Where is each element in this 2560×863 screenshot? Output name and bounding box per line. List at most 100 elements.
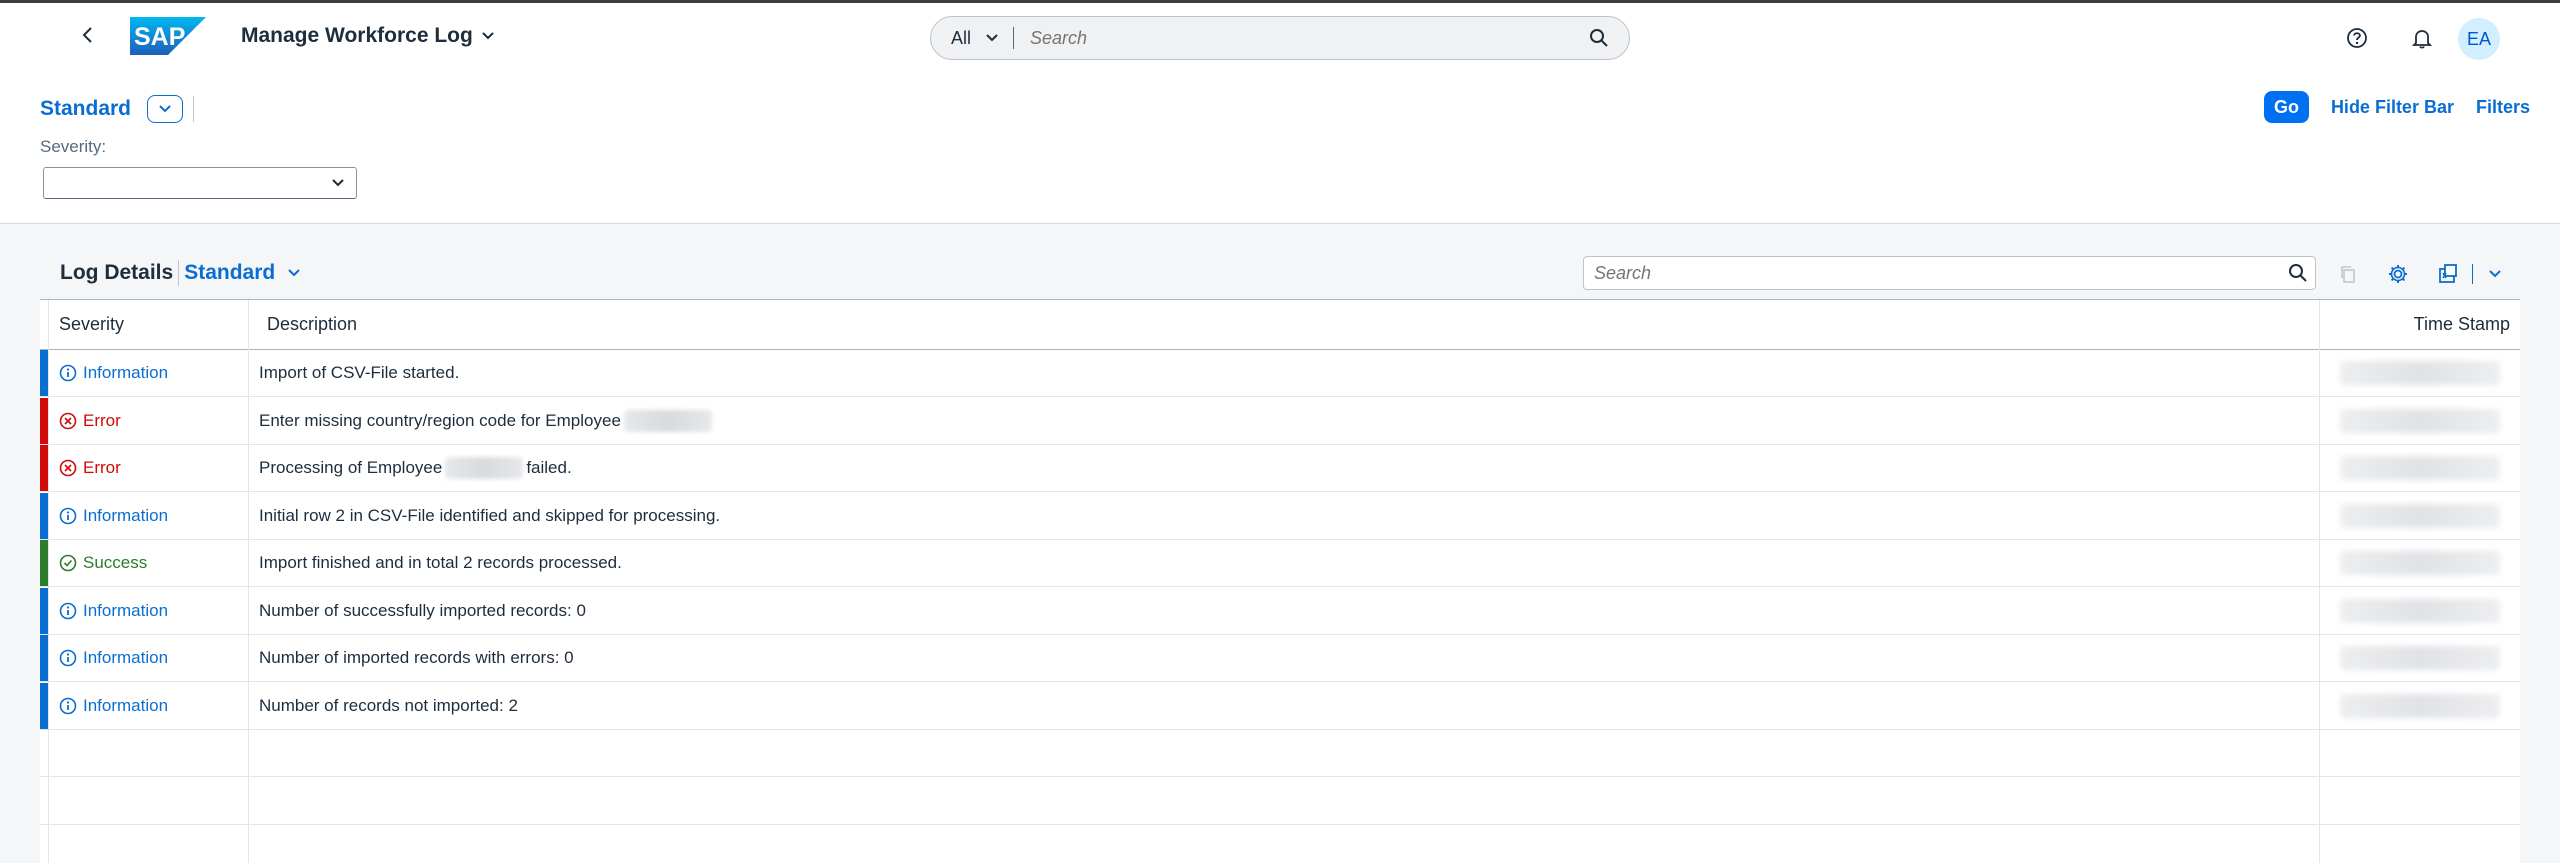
- redacted-employee-id: [445, 457, 524, 479]
- search-icon[interactable]: [2281, 263, 2315, 283]
- filters-button[interactable]: Filters: [2476, 97, 2530, 118]
- error-icon: [59, 459, 77, 477]
- divider: [193, 96, 195, 122]
- row-status-indicator: [40, 492, 48, 539]
- severity-label: Information: [83, 363, 169, 382]
- chevron-down-icon: [2489, 270, 2501, 278]
- table-row[interactable]: Information Number of records not importe…: [40, 682, 2520, 730]
- row-status-indicator: [40, 397, 48, 444]
- row-status-indicator: [40, 682, 48, 729]
- table-row[interactable]: Success Import finished and in total 2 re…: [40, 540, 2520, 587]
- severity-label: Information: [83, 695, 169, 715]
- info-icon: [59, 507, 77, 525]
- sap-logo[interactable]: SAP: [130, 17, 206, 55]
- empty-table-row: [40, 778, 2520, 825]
- svg-text:SAP: SAP: [134, 23, 185, 51]
- global-search-input[interactable]: [1014, 27, 1579, 49]
- row-status-indicator: [40, 445, 48, 491]
- help-icon[interactable]: [2343, 24, 2371, 52]
- description-suffix: failed.: [526, 458, 572, 477]
- avatar[interactable]: EA: [2458, 18, 2500, 60]
- description-cell: Number of records not imported: 2: [259, 683, 518, 729]
- severity-cell: Success: [59, 540, 147, 586]
- search-scope-value: All: [951, 27, 972, 48]
- info-icon: [59, 602, 77, 620]
- success-icon: [59, 554, 77, 572]
- severity-cell: Information: [59, 635, 168, 681]
- chevron-down-icon: [482, 32, 494, 40]
- table-row[interactable]: Error Processing of Employee failed.: [40, 445, 2520, 492]
- timestamp-cell: [2340, 493, 2500, 539]
- severity-status: Error: [59, 458, 121, 478]
- variant-management: Standard: [40, 95, 195, 123]
- global-search: All: [930, 16, 1630, 60]
- severity-filter-label: Severity:: [40, 137, 107, 156]
- shell-header: SAP Manage Workforce Log All EA: [0, 0, 2560, 71]
- severity-filter-select[interactable]: [43, 167, 357, 199]
- export-menu-button[interactable]: [2481, 260, 2509, 288]
- description-cell: Import finished and in total 2 records p…: [259, 540, 622, 586]
- redacted-timestamp: [2340, 598, 2500, 623]
- chevron-down-icon: [159, 105, 171, 113]
- chevron-down-icon: [288, 269, 300, 277]
- chevron-down-icon: [986, 34, 998, 42]
- search-scope-select[interactable]: All: [931, 27, 1015, 49]
- redacted-timestamp: [2340, 646, 2500, 670]
- table-search-input[interactable]: [1584, 257, 2281, 289]
- chevron-down-icon: [332, 179, 344, 187]
- filter-bar: Standard Severity: Go Hide Filter Bar Fi…: [0, 71, 2560, 224]
- column-header-timestamp[interactable]: Time Stamp: [2319, 300, 2520, 350]
- severity-cell: Information: [59, 493, 168, 539]
- table-row[interactable]: Information Initial row 2 in CSV-File ide…: [40, 492, 2520, 540]
- app-title: Manage Workforce Log: [241, 24, 473, 47]
- copy-icon[interactable]: [2334, 260, 2362, 288]
- app-title-menu[interactable]: Manage Workforce Log: [241, 24, 495, 48]
- log-table: Severity Description Time Stamp Informat…: [40, 299, 2520, 863]
- go-button[interactable]: Go: [2263, 91, 2309, 123]
- table-search: [1583, 256, 2316, 290]
- variant-name[interactable]: Standard: [40, 97, 131, 121]
- timestamp-cell: [2340, 398, 2500, 444]
- info-icon: [59, 697, 77, 715]
- severity-cell: Information: [59, 350, 168, 396]
- timestamp-cell: [2340, 635, 2500, 681]
- row-status-indicator: [40, 350, 48, 396]
- redacted-employee-id: [623, 409, 712, 432]
- column-header-severity[interactable]: Severity: [40, 300, 248, 350]
- divider: [178, 260, 180, 286]
- timestamp-cell: [2340, 588, 2500, 634]
- severity-cell: Error: [59, 398, 121, 444]
- table-row[interactable]: Information Number of imported records wi…: [40, 635, 2520, 682]
- severity-label: Error: [83, 458, 121, 477]
- description-cell: Number of successfully imported records:…: [259, 588, 586, 634]
- timestamp-cell: [2340, 350, 2500, 396]
- table-row[interactable]: Information Import of CSV-File started.: [40, 350, 2520, 397]
- search-icon[interactable]: [1579, 28, 1619, 48]
- description-cell: Processing of Employee failed.: [259, 445, 572, 491]
- redacted-timestamp: [2340, 408, 2500, 433]
- severity-status: Information: [59, 696, 168, 716]
- bell-icon[interactable]: [2408, 24, 2436, 52]
- variant-dropdown-button[interactable]: [147, 95, 184, 123]
- back-button[interactable]: [74, 21, 102, 49]
- severity-label: Information: [83, 600, 169, 620]
- table-row[interactable]: Information Number of successfully import…: [40, 587, 2520, 635]
- column-header-description[interactable]: Description: [248, 300, 2319, 350]
- gear-icon[interactable]: [2384, 260, 2412, 288]
- description-text: Import of CSV-File started.: [259, 363, 460, 382]
- divider: [2472, 264, 2473, 284]
- export-icon[interactable]: [2434, 260, 2462, 288]
- severity-status: Information: [59, 601, 168, 621]
- description-text: Enter missing country/region code for Em…: [259, 410, 621, 430]
- filter-bar-actions: Go Hide Filter Bar Filters: [2263, 91, 2530, 123]
- description-text: Number of imported records with errors: …: [259, 648, 574, 667]
- description-cell: Number of imported records with errors: …: [259, 635, 574, 681]
- table-row[interactable]: Error Enter missing country/region code f…: [40, 397, 2520, 445]
- hide-filter-bar-button[interactable]: Hide Filter Bar: [2331, 97, 2454, 118]
- redacted-timestamp: [2340, 456, 2500, 480]
- table-variant-select[interactable]: Standard: [184, 261, 301, 285]
- chevron-left-icon: [82, 27, 92, 43]
- description-cell: Initial row 2 in CSV-File identified and…: [259, 493, 720, 539]
- empty-table-row: [40, 730, 2520, 777]
- description-cell: Import of CSV-File started.: [259, 350, 459, 396]
